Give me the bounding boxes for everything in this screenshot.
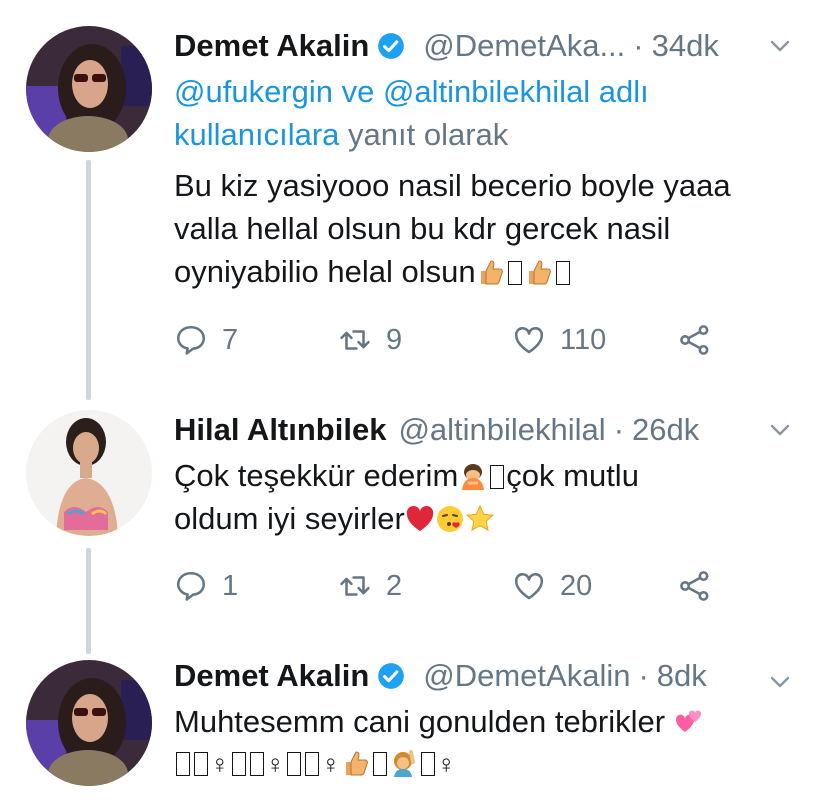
tweet-text: Muhtesemm cani gonulden tebrikler [174,704,666,739]
retweet-button[interactable]: 2 [338,566,402,606]
tweet-text: Çok teşekkür ederim [174,458,459,493]
chevron-down-icon[interactable] [768,418,792,442]
missing-glyph-box [305,752,319,776]
missing-glyph-box [287,752,301,776]
retweet-icon [340,330,370,350]
missing-glyph-box [507,261,522,285]
tweet-text-line: ♀ ♀ ♀ ♀ [174,743,794,786]
missing-glyph-box [420,752,435,776]
verified-badge-icon [377,662,405,690]
thread-line [86,160,91,400]
tweet-time[interactable]: 26dk [632,412,699,448]
tweet-text: oldum iyi seyirler [174,501,405,536]
author-name[interactable]: Hilal Altınbilek [174,412,386,448]
like-button[interactable]: 110 [512,320,606,360]
reply-count: 7 [222,323,239,356]
tweet-text-line: oyniyabilio helal olsun [174,250,784,293]
heart-icon [514,573,544,600]
person-bowing-icon [462,464,485,490]
share-icon [680,325,709,355]
like-button[interactable]: 20 [512,566,592,606]
tweet-header: Demet Akalin @DemetAka... · 34dk [174,26,719,66]
tweet-text: oyniyabilio helal olsun [174,254,476,289]
female-sign-icon: ♀ [321,749,341,779]
retweet-count: 9 [386,323,403,356]
thread-line [86,548,91,654]
reply-icon [176,325,206,355]
reply-context: @ufukergin ve @altinbilekhilal adlı kull… [174,70,774,156]
female-sign-icon: ♀ [436,749,457,779]
reply-icon [176,571,206,601]
tweet-header: Demet Akalin @DemetAkalin · 8dk [174,656,707,696]
female-sign-icon: ♀ [265,749,286,779]
missing-glyph-box [555,261,570,285]
thumbs-up-icon [345,751,368,776]
tweet-time[interactable]: 34dk [652,28,719,64]
tweet-actions: 7 9 110 [174,320,734,360]
separator-dot: · [638,658,649,693]
author-name[interactable]: Demet Akalin [174,658,369,694]
red-heart-icon [406,506,434,531]
missing-glyph-box [176,752,190,776]
missing-glyph-box [194,752,208,776]
share-button[interactable] [678,566,726,606]
like-count: 110 [560,323,607,356]
tweet-header: Hilal Altınbilek @altinbilekhilal · 26dk [174,410,699,450]
tweet-text-line: Çok teşekkür ederim çok mutlu [174,454,784,497]
author-handle[interactable]: @DemetAka... [423,28,625,64]
thumbs-up-icon [480,260,503,285]
retweet-button[interactable]: 9 [338,320,402,360]
avatar-hilal[interactable] [26,410,152,536]
star-icon [465,504,494,531]
tweet-text: çok mutlu [506,458,639,493]
tweet-time[interactable]: 8dk [657,658,707,694]
share-icon [680,571,709,601]
missing-glyph-box [372,752,387,776]
two-hearts-icon [675,710,701,732]
author-handle[interactable]: @altinbilekhilal [398,412,605,448]
missing-glyph-box [249,752,264,776]
share-button[interactable] [678,320,726,360]
separator-dot: · [633,28,644,63]
author-name[interactable]: Demet Akalin [174,28,369,64]
heart-icon [514,327,544,354]
author-handle[interactable]: @DemetAkalin [423,658,630,694]
like-count: 20 [560,569,593,602]
tweet-actions: 1 2 20 [174,566,734,606]
retweet-icon [340,576,370,596]
verified-badge-icon [377,32,405,60]
chevron-down-icon[interactable] [768,670,792,694]
person-raising-hand-icon [393,750,415,777]
tweet-body: Muhtesemm cani gonulden tebrikler ♀ ♀ ♀ ♀ [174,700,794,786]
tweet-body: Bu kiz yasiyooo nasil becerio boyle yaaa… [174,164,784,293]
avatar-demet[interactable] [26,660,152,786]
reply-button[interactable]: 1 [174,566,238,606]
tweet-text-line: oldum iyi seyirler [174,497,784,540]
missing-glyph-box [490,465,505,489]
separator-dot: · [613,412,625,447]
reply-count: 1 [222,569,239,602]
tweet-text-line: Bu kiz yasiyooo nasil becerio boyle yaaa [174,168,731,203]
tweet-text-line: Muhtesemm cani gonulden tebrikler [174,700,794,743]
retweet-count: 2 [386,569,403,602]
chevron-down-icon[interactable] [768,34,792,58]
thumbs-up-icon [528,260,551,285]
reply-suffix: yanıt olarak [348,117,509,152]
kissing-face-icon [436,506,463,532]
tweet-text-line: valla hellal olsun bu kdr gercek nasil [174,211,671,246]
female-sign-icon: ♀ [210,749,230,779]
avatar-demet[interactable] [26,26,152,152]
tweet-body: Çok teşekkür ederim çok mutlu oldum iyi s… [174,454,784,540]
reply-button[interactable]: 7 [174,320,238,360]
missing-glyph-box [231,752,246,776]
